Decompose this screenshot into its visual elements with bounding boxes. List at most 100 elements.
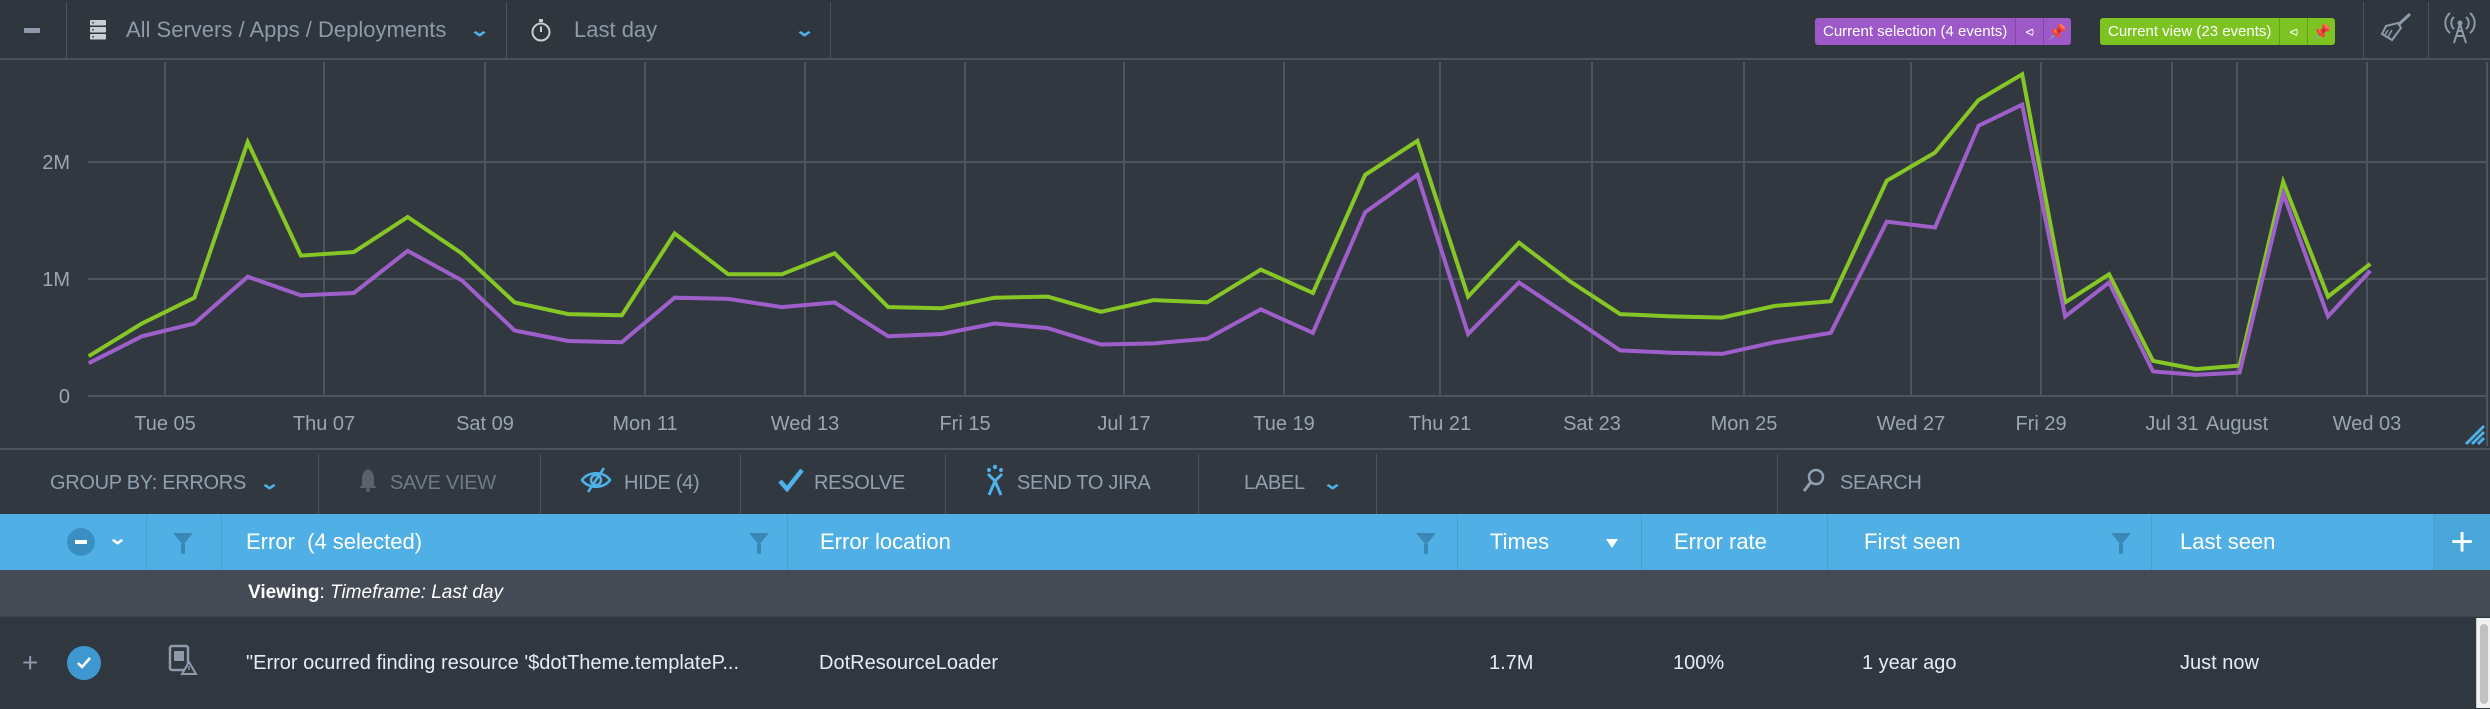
first-seen: 1 year ago: [1862, 617, 1957, 709]
column-error-label: Error (4 selected): [246, 529, 422, 555]
error-rate: 100%: [1673, 617, 1724, 709]
chevron-down-icon: ⌄: [259, 473, 280, 494]
error-message[interactable]: "Error ocurred finding resource '$dotThe…: [246, 617, 739, 709]
clear-button[interactable]: [2376, 0, 2416, 60]
label-dropdown[interactable]: LABEL ⌄: [1244, 450, 1340, 516]
column-last-seen[interactable]: Last seen: [2151, 514, 2433, 570]
column-error[interactable]: Error (4 selected): [221, 514, 787, 570]
errors-line-chart: 01M2MTue 05Thu 07Sat 09Mon 11Wed 13Fri 1…: [0, 62, 2490, 446]
checkmark-icon: [778, 468, 804, 498]
row-checkbox[interactable]: [67, 617, 101, 709]
chevron-down-icon: ⌄: [469, 20, 490, 41]
x-tick-label: Thu 21: [1409, 413, 1471, 435]
timeframe-label: Last day: [574, 17, 657, 43]
column-times[interactable]: Times: [1457, 514, 1641, 570]
group-by-dropdown[interactable]: GROUP BY: ERRORS ⌄: [50, 450, 277, 516]
column-first-seen[interactable]: First seen: [1827, 514, 2151, 570]
column-error-location-label: Error location: [820, 529, 951, 555]
x-tick-label: Sat 09: [456, 413, 514, 435]
resize-handle-icon[interactable]: [2466, 426, 2484, 444]
x-tick-label: August: [2206, 413, 2269, 435]
viewing-value: Timeframe: Last day: [330, 582, 503, 604]
eye-slash-icon: [580, 466, 612, 500]
column-error-rate-label: Error rate: [1674, 529, 1767, 555]
search-field[interactable]: SEARCH: [1802, 450, 1922, 516]
column-error-location[interactable]: Error location: [787, 514, 1457, 570]
chevron-down-icon[interactable]: ⌄: [108, 528, 128, 549]
scope-selector[interactable]: All Servers / Apps / Deployments ⌄: [90, 0, 495, 60]
y-tick-label: 0: [59, 386, 70, 408]
send-to-jira-button[interactable]: SEND TO JIRA: [985, 450, 1150, 516]
viewing-prefix: Viewing: [248, 582, 319, 604]
column-last-seen-label: Last seen: [2180, 529, 2275, 555]
current-view-label: Current view (23 events): [2100, 18, 2279, 45]
group-by-label: GROUP BY: ERRORS: [50, 472, 246, 495]
pin-icon[interactable]: 📌: [2043, 18, 2071, 45]
filter-icon[interactable]: [2111, 533, 2131, 545]
filter-icon[interactable]: [749, 533, 769, 545]
plus-icon: +: [2450, 522, 2473, 562]
x-tick-label: Mon 11: [612, 413, 677, 435]
expand-row-button[interactable]: +: [22, 617, 38, 709]
x-tick-label: Wed 03: [2333, 413, 2402, 435]
table-row[interactable]: + "Error ocurred finding resource '$dotT…: [0, 616, 2490, 708]
stopwatch-icon: [530, 18, 552, 42]
global-filter-button[interactable]: [146, 514, 221, 570]
chevron-down-icon: ⌄: [1322, 473, 1343, 494]
x-tick-label: Wed 13: [771, 413, 840, 435]
filter-icon[interactable]: [1416, 533, 1436, 545]
live-button[interactable]: [2440, 0, 2480, 60]
plus-icon: +: [22, 647, 38, 679]
share-icon[interactable]: ⪦: [2279, 18, 2307, 45]
column-error-rate[interactable]: Error rate: [1641, 514, 1827, 570]
search-icon: [1802, 467, 1826, 499]
x-tick-label: Wed 27: [1877, 413, 1946, 435]
error-times: 1.7M: [1489, 617, 1533, 709]
document-warning-icon: [168, 644, 198, 682]
hide-button[interactable]: HIDE (4): [580, 450, 699, 516]
error-location: DotResourceLoader: [819, 617, 998, 709]
jira-icon: [985, 464, 1005, 502]
x-tick-label: Mon 25: [1711, 413, 1778, 435]
search-placeholder: SEARCH: [1840, 472, 1922, 495]
scrollbar-thumb[interactable]: [2480, 624, 2488, 704]
x-tick-label: Jul 31: [2145, 413, 2198, 435]
filter-icon: [173, 533, 193, 545]
series-line-current-selection: [89, 105, 2371, 375]
x-tick-label: Jul 17: [1097, 413, 1150, 435]
pin-icon[interactable]: 📌: [2307, 18, 2335, 45]
timeframe-selector[interactable]: Last day ⌄: [530, 0, 820, 60]
column-times-label: Times: [1490, 529, 1549, 555]
x-tick-label: Tue 05: [134, 413, 196, 435]
deselect-all-icon[interactable]: [67, 528, 95, 556]
checked-circle-icon: [67, 646, 101, 680]
save-view-button[interactable]: SAVE VIEW: [358, 450, 496, 516]
column-first-seen-label: First seen: [1864, 529, 1961, 555]
current-selection-badge[interactable]: Current selection (4 events) ⪦ 📌: [1815, 18, 2071, 45]
top-bar: All Servers / Apps / Deployments ⌄ Last …: [0, 0, 2490, 60]
table-header: ⌄ Error (4 selected) Error location Time…: [0, 514, 2490, 570]
x-tick-label: Sat 23: [1563, 413, 1621, 435]
x-tick-label: Fri 29: [2015, 413, 2066, 435]
save-view-label: SAVE VIEW: [390, 472, 496, 495]
error-type-icon-cell: [168, 617, 198, 709]
broom-icon: [2380, 12, 2412, 48]
viewing-colon: :: [319, 582, 330, 604]
current-selection-label: Current selection (4 events): [1815, 18, 2015, 45]
select-all-control[interactable]: ⌄: [0, 514, 146, 570]
vertical-scrollbar[interactable]: [2476, 618, 2490, 708]
bell-icon: [358, 468, 378, 498]
y-tick-label: 2M: [42, 152, 70, 174]
add-column-button[interactable]: +: [2433, 514, 2490, 570]
share-icon[interactable]: ⪦: [2015, 18, 2043, 45]
hide-label: HIDE (4): [624, 472, 699, 495]
current-view-badge[interactable]: Current view (23 events) ⪦ 📌: [2100, 18, 2335, 45]
x-tick-label: Thu 07: [293, 413, 355, 435]
x-tick-label: Tue 19: [1253, 413, 1315, 435]
send-to-jira-label: SEND TO JIRA: [1017, 472, 1150, 495]
collapse-button[interactable]: [20, 0, 44, 60]
server-stack-icon: [90, 20, 106, 40]
last-seen: Just now: [2180, 617, 2259, 709]
chevron-down-icon: ⌄: [794, 20, 815, 41]
resolve-button[interactable]: RESOLVE: [778, 450, 905, 516]
